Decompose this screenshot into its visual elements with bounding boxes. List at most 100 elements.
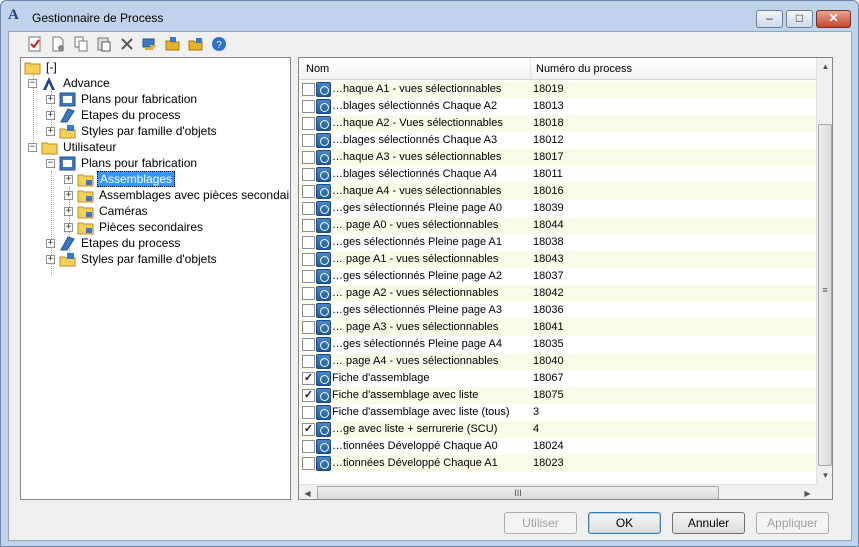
table-row[interactable]: …tionnées Développé Chaque A0 18024	[299, 438, 816, 455]
paste-icon[interactable]	[92, 34, 115, 54]
row-checkbox[interactable]	[302, 168, 315, 181]
row-checkbox[interactable]	[302, 151, 315, 164]
maximize-button[interactable]: □	[786, 10, 813, 28]
help-icon[interactable]: ?	[207, 34, 230, 54]
row-checkbox[interactable]	[302, 100, 315, 113]
row-checkbox[interactable]	[302, 83, 315, 96]
tree-root[interactable]: [-]	[24, 59, 59, 75]
expand-toggle[interactable]: +	[64, 206, 73, 216]
tree-node-pieces-secondaires[interactable]: + Pièces secondaires	[64, 219, 205, 235]
expand-toggle[interactable]: +	[46, 94, 55, 104]
tree-node-cameras[interactable]: + Caméras	[64, 203, 150, 219]
new-doc-icon[interactable]	[46, 34, 69, 54]
expand-toggle[interactable]: +	[46, 126, 55, 136]
row-checkbox[interactable]	[302, 304, 315, 317]
scroll-down-arrow[interactable]: ▼	[817, 467, 832, 484]
apply-button[interactable]: Appliquer	[756, 512, 829, 534]
tree-node-user-steps[interactable]: + Etapes du process	[46, 235, 182, 251]
table-row[interactable]: … page A2 - vues sélectionnables 18042	[299, 285, 816, 302]
row-checkbox[interactable]	[302, 406, 315, 419]
import-icon[interactable]	[138, 34, 161, 54]
column-header-number[interactable]: Numéro du process	[536, 63, 632, 75]
tree-node-assemblages-secondaires[interactable]: + Assemblages avec pièces secondaires	[64, 187, 290, 203]
expand-toggle[interactable]: +	[46, 238, 55, 248]
vertical-scrollbar[interactable]: ▲ ≡ ▼	[816, 58, 832, 484]
row-checkbox[interactable]	[302, 219, 315, 232]
row-checkbox[interactable]	[302, 270, 315, 283]
expand-toggle[interactable]: +	[46, 254, 55, 264]
row-checkbox[interactable]	[302, 185, 315, 198]
use-button[interactable]: Utiliser	[504, 512, 577, 534]
table-row[interactable]: …haque A1 - vues sélectionnables 18019	[299, 81, 816, 98]
collapse-toggle[interactable]: −	[46, 158, 55, 168]
expand-toggle[interactable]: +	[64, 190, 73, 200]
table-row[interactable]: ✓ Fiche d'assemblage 18067	[299, 370, 816, 387]
expand-toggle[interactable]: +	[46, 110, 55, 120]
table-row[interactable]: …ges sélectionnés Pleine page A3 18036	[299, 302, 816, 319]
row-checkbox[interactable]	[302, 287, 315, 300]
scroll-thumb[interactable]: ≡	[818, 124, 832, 466]
close-button[interactable]: ✕	[816, 10, 851, 28]
horizontal-scrollbar[interactable]: ◀ III ▶	[299, 484, 816, 499]
row-checkbox[interactable]	[302, 253, 315, 266]
copy-icon[interactable]	[69, 34, 92, 54]
collapse-toggle[interactable]: −	[28, 78, 37, 88]
tree-node-advance-steps[interactable]: + Etapes du process	[46, 107, 182, 123]
process-tree[interactable]: [-] − Advance + Plans pour fabrication +…	[20, 57, 291, 500]
tree-node-assemblages[interactable]: + Assemblages	[64, 171, 176, 187]
table-row[interactable]: …ges sélectionnés Pleine page A1 18038	[299, 234, 816, 251]
table-row[interactable]: … page A3 - vues sélectionnables 18041	[299, 319, 816, 336]
row-checkbox[interactable]	[302, 117, 315, 130]
table-row[interactable]: … page A4 - vues sélectionnables 18040	[299, 353, 816, 370]
tree-node-advance[interactable]: − Advance	[28, 75, 112, 91]
row-checkbox[interactable]: ✓	[302, 372, 315, 385]
table-row[interactable]: …haque A2 - Vues sélectionnables 18018	[299, 115, 816, 132]
table-row[interactable]: …ges sélectionnés Pleine page A4 18035	[299, 336, 816, 353]
column-header-name[interactable]: Nom	[306, 63, 329, 75]
table-row[interactable]: ✓ Fiche d'assemblage avec liste 18075	[299, 387, 816, 404]
table-row[interactable]: ✓ …ge avec liste + serrurerie (SCU) 4	[299, 421, 816, 438]
expand-toggle[interactable]: +	[64, 174, 73, 184]
delete-icon[interactable]	[115, 34, 138, 54]
scroll-up-arrow[interactable]: ▲	[817, 58, 832, 75]
export-icon[interactable]	[161, 34, 184, 54]
table-row[interactable]: … page A1 - vues sélectionnables 18043	[299, 251, 816, 268]
minimize-button[interactable]: –	[756, 10, 783, 28]
tree-node-user-plans[interactable]: − Plans pour fabrication	[46, 155, 199, 171]
tree-node-user-styles[interactable]: + Styles par famille d'objets	[46, 251, 219, 267]
table-row[interactable]: …blages sélectionnés Chaque A3 18012	[299, 132, 816, 149]
export-folder-icon[interactable]	[184, 34, 207, 54]
expand-toggle[interactable]: +	[64, 222, 73, 232]
table-row[interactable]: …blages sélectionnés Chaque A4 18011	[299, 166, 816, 183]
ok-button[interactable]: OK	[588, 512, 661, 534]
process-grid[interactable]: Nom Numéro du process …haque A1 - vues s…	[298, 57, 833, 500]
row-checkbox[interactable]	[302, 134, 315, 147]
table-row[interactable]: … page A0 - vues sélectionnables 18044	[299, 217, 816, 234]
table-row[interactable]: Fiche d'assemblage avec liste (tous) 3	[299, 404, 816, 421]
cancel-button[interactable]: Annuler	[672, 512, 745, 534]
scroll-right-arrow[interactable]: ▶	[799, 485, 816, 499]
row-checkbox[interactable]	[302, 440, 315, 453]
hscroll-thumb[interactable]: III	[317, 486, 719, 499]
title-bar[interactable]: A Gestionnaire de Process – □ ✕	[1, 1, 858, 31]
row-checkbox[interactable]: ✓	[302, 423, 315, 436]
table-row[interactable]: …haque A4 - vues sélectionnables 18016	[299, 183, 816, 200]
row-checkbox[interactable]	[302, 338, 315, 351]
row-checkbox[interactable]	[302, 457, 315, 470]
row-checkbox[interactable]: ✓	[302, 389, 315, 402]
scroll-left-arrow[interactable]: ◀	[299, 485, 316, 499]
tree-node-advance-plans[interactable]: + Plans pour fabrication	[46, 91, 199, 107]
row-checkbox[interactable]	[302, 355, 315, 368]
collapse-toggle[interactable]: −	[28, 142, 37, 152]
table-row[interactable]: …tionnées Développé Chaque A1 18023	[299, 455, 816, 472]
row-checkbox[interactable]	[302, 321, 315, 334]
row-checkbox[interactable]	[302, 202, 315, 215]
table-row[interactable]: …ges sélectionnés Pleine page A2 18037	[299, 268, 816, 285]
row-checkbox[interactable]	[302, 236, 315, 249]
table-row[interactable]: …blages sélectionnés Chaque A2 18013	[299, 98, 816, 115]
tree-node-utilisateur[interactable]: − Utilisateur	[28, 139, 118, 155]
table-row[interactable]: …ges sélectionnés Pleine page A0 18039	[299, 200, 816, 217]
check-icon[interactable]	[23, 34, 46, 54]
table-row[interactable]: …haque A3 - vues sélectionnables 18017	[299, 149, 816, 166]
tree-node-advance-styles[interactable]: + Styles par famille d'objets	[46, 123, 219, 139]
